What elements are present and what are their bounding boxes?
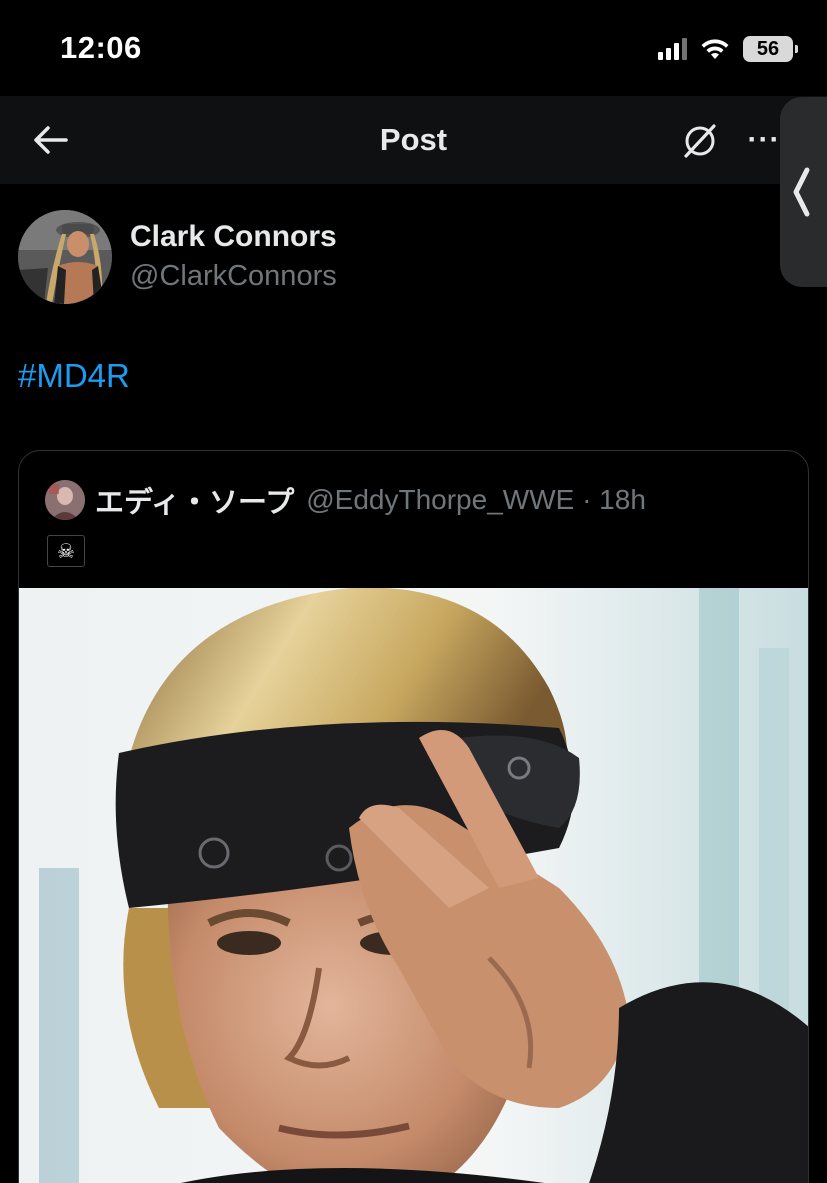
battery-icon: 56 xyxy=(743,36,798,62)
status-icons: 56 xyxy=(658,36,798,62)
status-time: 12:06 xyxy=(60,30,142,65)
quoted-author-name: エディ・ソープ xyxy=(95,485,295,519)
chevron-left-icon xyxy=(793,167,810,217)
nav-bar: Post ··· xyxy=(0,96,827,184)
pirate-flag-icon: ☠ xyxy=(47,535,85,567)
quoted-post-media[interactable] xyxy=(19,588,808,1183)
grok-button[interactable] xyxy=(678,118,722,162)
quoted-author-avatar xyxy=(45,480,85,520)
quoted-post-header: エディ・ソープ @EddyThorpe_WWE · 18h xyxy=(45,479,646,521)
quoted-author-meta: @EddyThorpe_WWE · 18h xyxy=(306,484,646,515)
author-handle[interactable]: @ClarkConnors xyxy=(130,256,337,296)
grok-icon xyxy=(684,124,716,158)
status-bar: 12:06 56 xyxy=(0,0,827,96)
side-panel-handle[interactable] xyxy=(780,97,827,287)
post-author[interactable]: Clark Connors @ClarkConnors xyxy=(18,210,337,304)
author-name[interactable]: Clark Connors xyxy=(130,218,337,256)
cellular-signal-icon xyxy=(658,38,687,60)
author-avatar[interactable] xyxy=(18,210,112,304)
post-hashtag-link[interactable]: #MD4R xyxy=(18,357,130,395)
quoted-post-card[interactable]: エディ・ソープ @EddyThorpe_WWE · 18h ☠ xyxy=(18,450,809,1183)
wifi-icon xyxy=(699,37,731,61)
